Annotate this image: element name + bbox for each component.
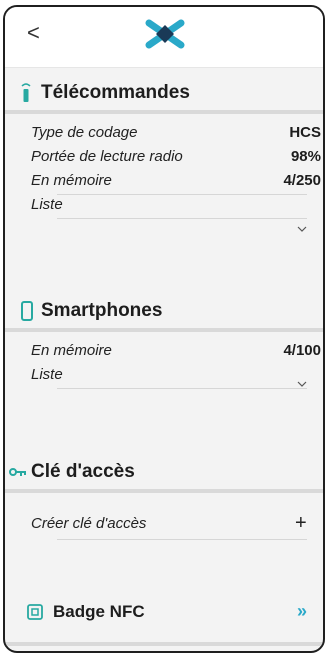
brand-logo-icon [145,19,185,49]
double-chevron-right-icon[interactable]: » [297,601,307,622]
chevron-down-icon[interactable] [297,226,307,232]
list-label: Liste [31,196,63,213]
section-badge-nfc[interactable]: Badge NFC [5,596,323,628]
row-type-de-codage: Type de codage HCS [31,124,321,146]
row-en-memoire-telecommandes: En mémoire 4/250 [31,172,321,194]
section-title-telecommandes: Télécommandes [41,82,190,103]
field-underline [57,388,307,389]
chevron-down-icon[interactable] [297,381,307,387]
row-portee-radio: Portée de lecture radio 98% [31,148,321,170]
list-dropdown-telecommandes[interactable]: Liste [31,196,321,218]
remote-control-icon [21,83,31,102]
list-label: Liste [31,366,63,383]
row-label: En mémoire [31,342,112,359]
smartphone-icon [21,301,33,321]
create-access-key-row[interactable]: Créer clé d'accès [31,515,321,537]
row-label: En mémoire [31,172,112,189]
row-value: HCS [289,124,321,141]
section-title-cle-acces: Clé d'accès [31,461,135,482]
nfc-badge-icon [27,604,43,620]
section-divider [5,642,323,646]
row-label: Portée de lecture radio [31,148,183,165]
app-header: < [5,7,323,68]
add-access-key-button[interactable]: + [295,512,307,535]
field-underline [57,218,307,219]
section-telecommandes: Télécommandes [5,77,323,109]
app-frame: < Télécommandes Type de codage HCS Porté… [3,5,325,653]
section-title-badge-nfc: Badge NFC [53,602,145,621]
row-label: Type de codage [31,124,138,141]
back-button[interactable]: < [27,21,40,45]
section-divider [5,110,323,114]
section-smartphones: Smartphones [5,295,323,327]
field-underline [57,194,307,195]
row-value: 4/100 [283,342,321,359]
list-dropdown-smartphones[interactable]: Liste [31,366,321,388]
key-icon [9,468,26,476]
row-en-memoire-smartphones: En mémoire 4/100 [31,342,321,364]
row-value: 98% [290,148,321,165]
create-access-key-label: Créer clé d'accès [31,515,147,532]
row-value: 4/250 [283,172,321,189]
section-title-smartphones: Smartphones [41,300,163,321]
section-cle-acces: Clé d'accès [5,456,323,488]
section-divider [5,489,323,493]
section-divider [5,328,323,332]
field-underline [57,539,307,540]
